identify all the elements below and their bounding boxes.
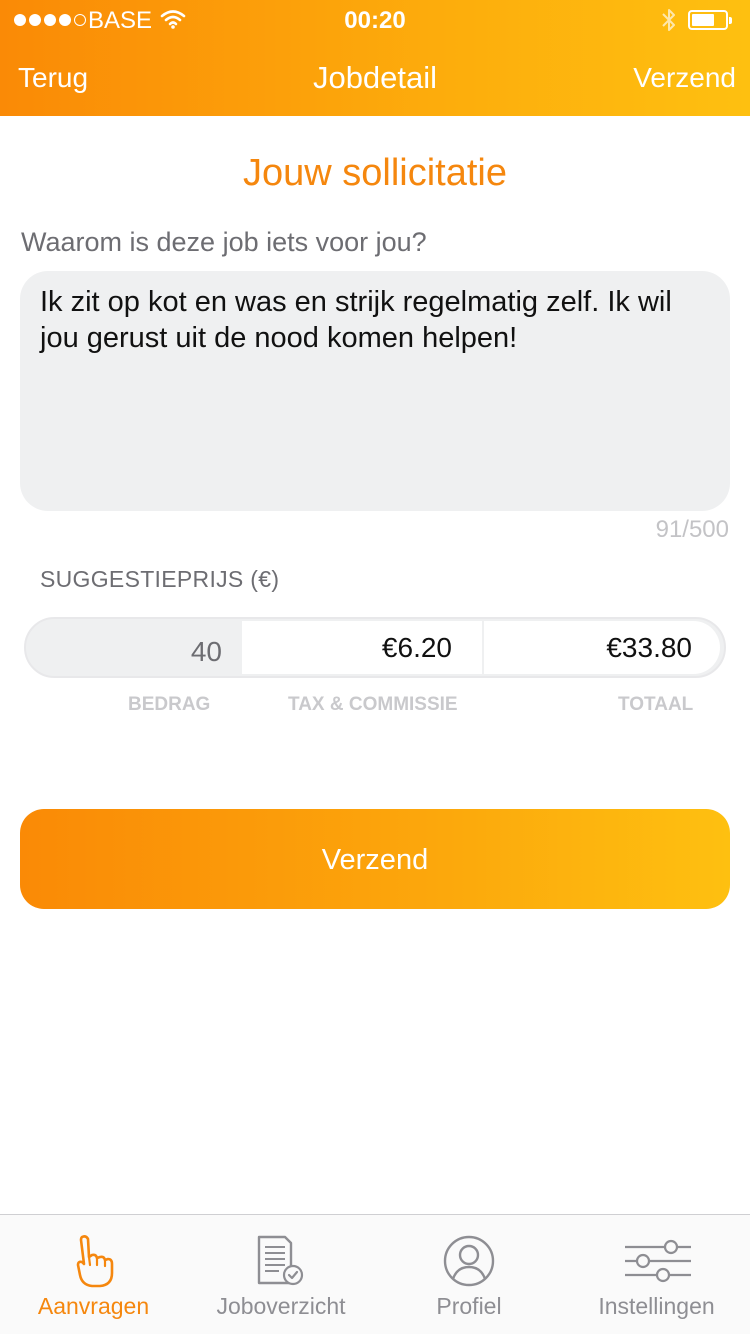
status-time: 00:20: [344, 7, 406, 34]
user-circle-icon: [443, 1235, 495, 1287]
header: BASE 00:20 Terug Jobdetail Verzend: [0, 0, 750, 116]
motivation-textarea[interactable]: Ik zit op kot en was en strijk regelmati…: [20, 271, 730, 511]
tax-column-label: TAX & COMMISSIE: [288, 694, 458, 715]
total-value: €33.80: [484, 621, 720, 674]
tax-value: €6.20: [242, 621, 482, 674]
tab-aanvragen[interactable]: Aanvragen: [0, 1215, 187, 1335]
total-column-label: TOTAAL: [618, 694, 694, 715]
tab-label: Joboverzicht: [216, 1293, 346, 1319]
suggested-price-label: SUGGESTIEPRIJS (€): [40, 566, 280, 592]
send-nav-button[interactable]: Verzend: [633, 62, 736, 94]
battery-icon: [688, 10, 732, 30]
tab-instellingen[interactable]: Instellingen: [563, 1215, 750, 1335]
status-bar: BASE 00:20: [0, 0, 750, 40]
tab-label: Profiel: [436, 1293, 502, 1319]
tab-bar: Aanvragen Joboverzicht Profiel Instellin…: [0, 1214, 750, 1334]
tab-label: Instellingen: [598, 1293, 715, 1319]
tab-profiel[interactable]: Profiel: [375, 1215, 563, 1335]
amount-column-label: BEDRAG: [128, 694, 211, 715]
section-title: Jouw sollicitatie: [243, 152, 507, 194]
price-row: 40 €6.20 €33.80: [24, 617, 726, 678]
document-check-icon: [257, 1235, 304, 1286]
tab-joboverzicht[interactable]: Joboverzicht: [187, 1215, 375, 1335]
tab-label: Aanvragen: [37, 1293, 150, 1319]
send-button[interactable]: Verzend: [20, 809, 730, 909]
hand-pointing-icon: [76, 1235, 114, 1288]
character-counter: 91/500: [655, 516, 729, 543]
sliders-icon: [625, 1239, 691, 1283]
bluetooth-icon: [662, 9, 675, 31]
amount-input[interactable]: 40: [26, 619, 242, 676]
question-label: Waarom is deze job iets voor jou?: [21, 227, 427, 257]
